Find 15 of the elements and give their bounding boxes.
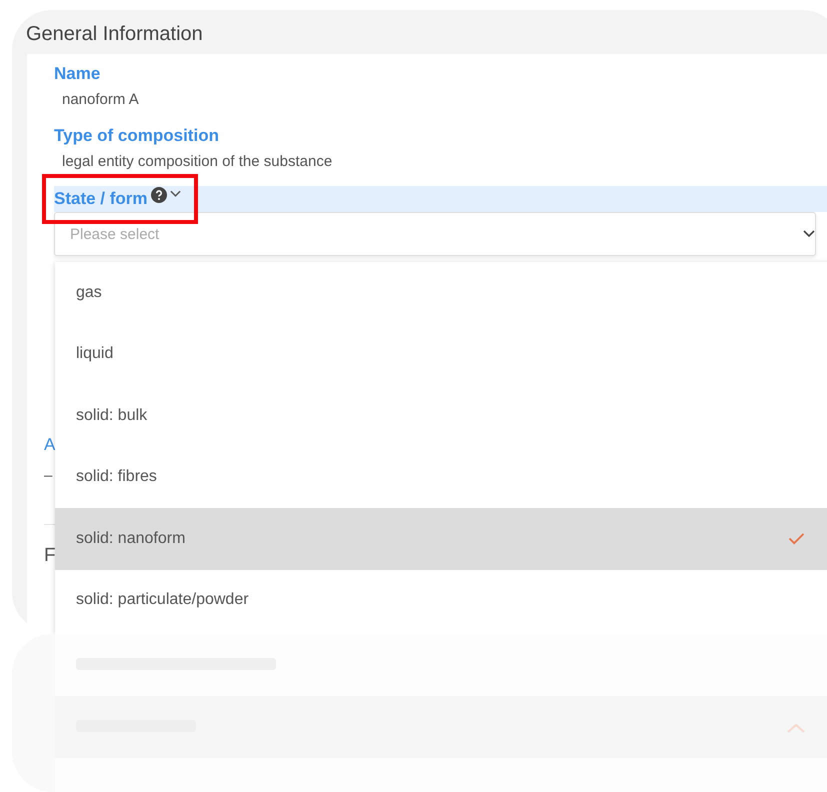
field-value: legal entity composition of the substance [62,152,334,172]
dropdown-option[interactable]: solid: bulk [55,385,827,446]
dropdown-option[interactable]: gas [55,262,827,324]
dropdown-option[interactable]: liquid [55,324,827,385]
field-value: – [44,466,52,486]
field-label: State / form [54,188,148,210]
dropdown-option[interactable]: solid: particulate/powder [55,570,827,631]
dropdown-option[interactable]: solid: fibres [55,446,827,508]
dropdown-option[interactable]: solid: nanoform [55,508,827,570]
field-value: nanoform A [62,90,140,110]
section-title: General Information [26,22,204,47]
field-label: Type of composition [54,125,220,147]
field-label: A [44,434,56,456]
section-heading: F [44,545,56,567]
field-label: Name [54,63,102,85]
